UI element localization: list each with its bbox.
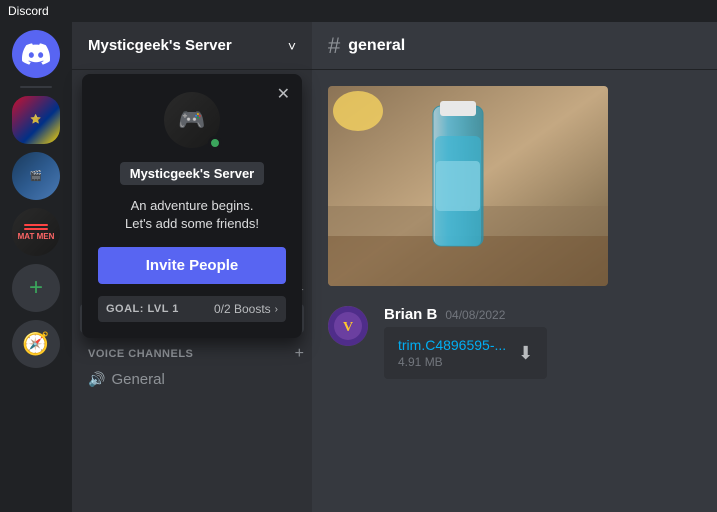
popup-subtitle: An adventure begins. Let's add some frie…: [98, 197, 286, 233]
voice-channels-section: VOICE CHANNELS + 🔊 General: [72, 341, 312, 392]
svg-text:V: V: [343, 320, 353, 335]
voice-channel-name: General: [111, 371, 164, 388]
file-info: trim.C4896595-... 4.91 MB: [398, 337, 506, 369]
chevron-down-icon: ˅: [288, 38, 296, 54]
main-content: # general: [312, 22, 717, 512]
invite-people-button[interactable]: Invite People: [98, 247, 286, 284]
add-server-button[interactable]: +: [12, 264, 60, 312]
popup-subtitle-line1: An adventure begins.: [131, 198, 254, 213]
boost-chevron-icon: ›: [275, 304, 278, 315]
chat-image: [328, 86, 608, 286]
explore-servers-button[interactable]: 🧭: [12, 320, 60, 368]
popup-subtitle-line2: Let's add some friends!: [125, 216, 259, 231]
server-header[interactable]: Mysticgeek's Server ˅: [72, 22, 312, 70]
boost-goal-value: 0/2 Boosts ›: [214, 302, 278, 316]
message-author: Brian B: [384, 306, 437, 323]
boost-goal[interactable]: GOAL: LVL 1 0/2 Boosts ›: [98, 296, 286, 322]
file-size: 4.91 MB: [398, 355, 506, 369]
online-indicator: [208, 136, 222, 150]
chat-body[interactable]: V Brian B 04/08/2022 trim.C4896595-... 4…: [312, 70, 717, 512]
message-avatar: V: [328, 306, 368, 346]
title-bar: Discord: [0, 0, 717, 22]
app-title: Discord: [8, 4, 49, 18]
plus-icon: +: [29, 276, 43, 300]
server-icon-2[interactable]: 🎬: [12, 152, 60, 200]
chat-hash-icon: #: [328, 33, 340, 59]
message-header: Brian B 04/08/2022: [384, 306, 701, 323]
app-layout: ⭐ 🎬 MAT MEN + 🧭 Mysticgeek's Server: [0, 22, 717, 512]
server-name: Mysticgeek's Server: [88, 37, 232, 54]
chat-header: # general: [312, 22, 717, 70]
message-item: V Brian B 04/08/2022 trim.C4896595-... 4…: [328, 302, 701, 383]
voice-channel-general[interactable]: 🔊 General: [80, 367, 304, 392]
channel-sidebar: Mysticgeek's Server ˅ ✕ 🎮 Mysticgeek's S…: [72, 22, 312, 512]
add-voice-channel-button[interactable]: +: [295, 345, 304, 363]
chat-image-container: [328, 86, 701, 286]
file-attachment: trim.C4896595-... 4.91 MB ⬇: [384, 327, 547, 379]
popup-server-name: Mysticgeek's Server: [120, 162, 265, 185]
chat-channel-name: general: [348, 37, 405, 55]
compass-icon: 🧭: [22, 331, 49, 357]
discord-home-button[interactable]: [12, 30, 60, 78]
voice-channels-title: VOICE CHANNELS: [88, 348, 193, 360]
message-timestamp: 04/08/2022: [445, 308, 505, 322]
server-list: ⭐ 🎬 MAT MEN + 🧭: [0, 22, 72, 512]
server-divider: [20, 86, 52, 88]
server-popup: ✕ 🎮 Mysticgeek's Server An adventure beg…: [82, 74, 302, 338]
server-icon-1[interactable]: ⭐: [12, 96, 60, 144]
popup-title-wrapper: Mysticgeek's Server: [98, 158, 286, 197]
file-name[interactable]: trim.C4896595-...: [398, 337, 506, 353]
boost-count: 0/2 Boosts: [214, 302, 271, 316]
voice-channels-header[interactable]: VOICE CHANNELS +: [72, 341, 312, 367]
boost-goal-label: GOAL: LVL 1: [106, 303, 179, 315]
speaker-icon: 🔊: [88, 371, 105, 388]
message-content: Brian B 04/08/2022 trim.C4896595-... 4.9…: [384, 306, 701, 379]
server-icon-3[interactable]: MAT MEN: [12, 208, 60, 256]
download-icon[interactable]: ⬇: [518, 343, 533, 364]
popup-close-button[interactable]: ✕: [277, 84, 290, 104]
